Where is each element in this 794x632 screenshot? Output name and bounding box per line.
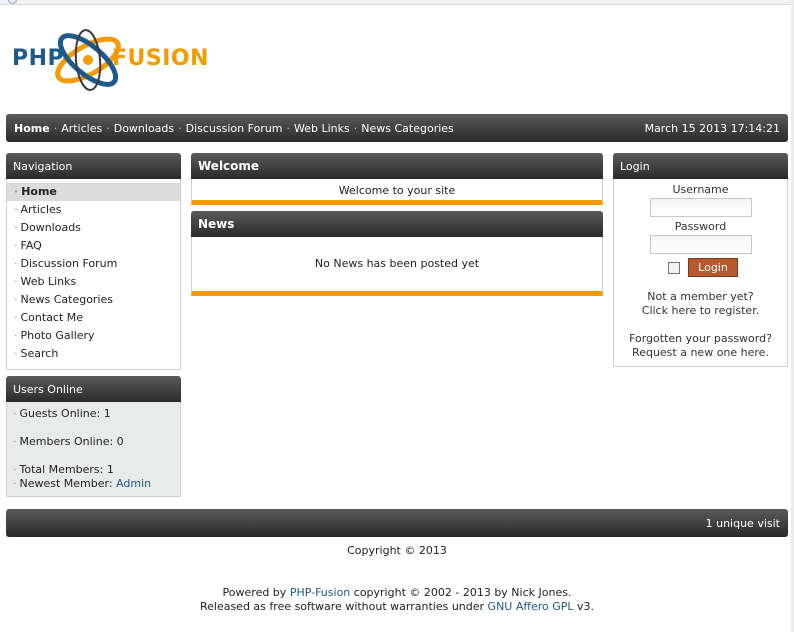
- welcome-title: Welcome: [191, 153, 603, 179]
- license-link[interactable]: GNU Affero GPL: [488, 600, 574, 613]
- sidebar-item-label: News Categories: [20, 293, 114, 306]
- sidebar-item-news-categories[interactable]: · News Categories: [7, 291, 180, 309]
- news-title: News: [191, 211, 603, 237]
- sidebar-item-label: Home: [21, 185, 57, 198]
- sidebar-item-contact-me[interactable]: · Contact Me: [7, 309, 180, 327]
- users-online-body: · Guests Online: 1 · Members Online: 0 · To…: [6, 402, 181, 497]
- top-nav-news-categories[interactable]: News Categories: [361, 122, 454, 135]
- sidebar-item-downloads[interactable]: · Downloads: [7, 219, 180, 237]
- left-sidebar: Navigation · Home · Articles · Downloads · F…: [6, 153, 181, 497]
- username-field[interactable]: [649, 198, 752, 217]
- newest-member-link[interactable]: Admin: [116, 477, 151, 490]
- register-prompt[interactable]: Not a member yet? Click here to register…: [614, 290, 787, 318]
- powered-prefix: Powered by: [222, 586, 287, 599]
- sidebar-item-label: Articles: [20, 203, 62, 216]
- forgot-password-text: Forgotten your password?: [629, 332, 772, 345]
- sidebar-item-label: Photo Gallery: [20, 329, 95, 342]
- login-panel-title: Login: [613, 153, 788, 179]
- register-link[interactable]: Click here to register.: [614, 304, 787, 318]
- sidebar-item-articles[interactable]: · Articles: [7, 201, 180, 219]
- powered-by-line: Powered by PHP-Fusion copyright © 2002 -…: [0, 586, 794, 600]
- top-nav-links: Home · Articles · Downloads · Discussion Forum…: [14, 122, 454, 135]
- forgot-password-prompt[interactable]: Forgotten your password? Request a new o…: [614, 332, 787, 360]
- top-nav-articles[interactable]: Articles: [61, 122, 102, 135]
- newest-member: · Newest Member: Admin: [13, 477, 152, 490]
- total-members: · Total Members: 1: [13, 463, 114, 476]
- top-nav-downloads[interactable]: Downloads: [114, 122, 174, 135]
- login-panel: Username Password Login Not a member yet…: [613, 179, 788, 367]
- login-button[interactable]: Login: [688, 258, 738, 277]
- members-online: · Members Online: 0: [13, 435, 124, 448]
- sidebar-item-photo-gallery[interactable]: · Photo Gallery: [7, 327, 180, 345]
- sidebar-item-faq[interactable]: · FAQ: [7, 237, 180, 255]
- released-suffix: v3.: [577, 600, 595, 613]
- news-empty-message: No News has been posted yet: [191, 237, 603, 296]
- newest-member-label: Newest Member:: [19, 477, 113, 490]
- released-prefix: Released as free software without warran…: [199, 600, 485, 613]
- footer-bar: 1 unique visit: [6, 509, 788, 537]
- remember-me-checkbox[interactable]: [668, 262, 680, 274]
- guests-online: · Guests Online: 1: [13, 407, 111, 420]
- browser-top-strip: [0, 0, 794, 5]
- login-actions: Login: [614, 257, 787, 279]
- welcome-message: Welcome to your site: [191, 179, 603, 205]
- sidebar-item-search[interactable]: · Search: [7, 345, 180, 363]
- logo-text-fusion: FUSION: [112, 46, 210, 71]
- separator: ·: [106, 122, 110, 135]
- sidebar-item-web-links[interactable]: · Web Links: [7, 273, 180, 291]
- request-password-link[interactable]: Request a new one here.: [614, 346, 787, 360]
- sidebar-item-discussion-forum[interactable]: · Discussion Forum: [7, 255, 180, 273]
- top-nav-discussion-forum[interactable]: Discussion Forum: [186, 122, 283, 135]
- password-label: Password: [674, 220, 727, 233]
- server-datetime: March 15 2013 17:14:21: [644, 122, 780, 135]
- total-members-text: Total Members: 1: [19, 463, 114, 476]
- license-line: Released as free software without warran…: [0, 600, 794, 614]
- sidebar-item-label: Contact Me: [20, 311, 84, 324]
- navigation-panel-title: Navigation: [6, 153, 181, 179]
- browser-icon: [8, 0, 17, 4]
- powered-by-footer: Powered by PHP-Fusion copyright © 2002 -…: [0, 586, 794, 614]
- sidebar-item-label: Discussion Forum: [20, 257, 118, 270]
- password-field[interactable]: [649, 235, 752, 254]
- separator: ·: [286, 122, 291, 135]
- site-logo[interactable]: PHP FUSION: [8, 18, 230, 108]
- copyright-text: Copyright © 2013: [347, 544, 447, 557]
- main-content: Welcome Welcome to your site News No New…: [191, 153, 603, 296]
- navigation-panel: · Home · Articles · Downloads · FAQ · Discuss…: [6, 179, 181, 370]
- logo-text-php: PHP: [12, 46, 65, 71]
- username-label: Username: [672, 183, 729, 196]
- sidebar-item-home[interactable]: · Home: [7, 183, 180, 201]
- right-sidebar: Login Username Password Login Not a memb…: [613, 153, 788, 367]
- news-panel: News No News has been posted yet: [191, 211, 603, 296]
- sidebar-item-label: Downloads: [20, 221, 81, 234]
- separator: ·: [53, 122, 58, 135]
- powered-suffix: copyright © 2002 - 2013 by Nick Jones.: [353, 586, 572, 599]
- php-fusion-link[interactable]: PHP-Fusion: [290, 586, 350, 599]
- users-online-panel: Users Online · Guests Online: 1 · Members …: [6, 376, 181, 497]
- sidebar-item-label: FAQ: [20, 239, 42, 252]
- separator: ·: [353, 122, 358, 135]
- users-online-title: Users Online: [6, 376, 181, 402]
- separator: ·: [178, 122, 182, 135]
- sidebar-item-label: Web Links: [20, 275, 77, 288]
- top-nav-home[interactable]: Home: [14, 122, 50, 135]
- top-navigation-bar: Home · Articles · Downloads · Discussion Forum…: [6, 114, 788, 142]
- not-member-text: Not a member yet?: [647, 290, 754, 303]
- guests-online-text: Guests Online: 1: [19, 407, 111, 420]
- top-nav-web-links[interactable]: Web Links: [294, 122, 350, 135]
- sidebar-item-label: Search: [20, 347, 59, 360]
- unique-visits-counter: 1 unique visit: [705, 517, 780, 530]
- members-online-text: Members Online: 0: [19, 435, 124, 448]
